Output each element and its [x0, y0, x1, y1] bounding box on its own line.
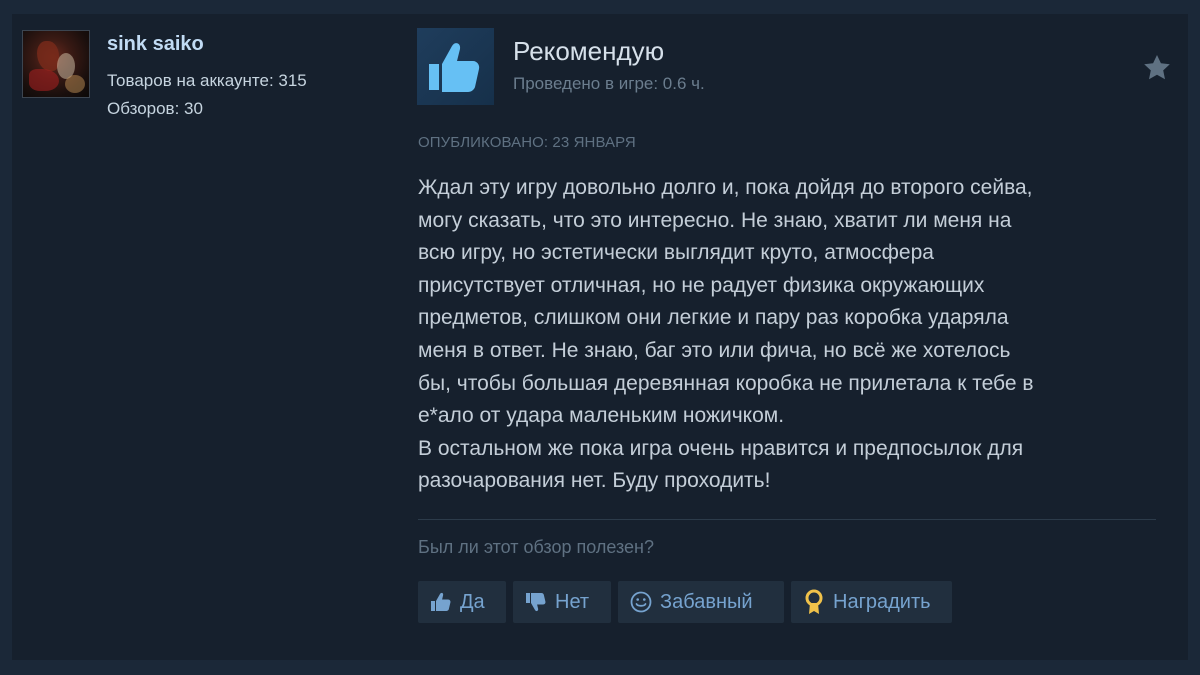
- vote-funny-label: Забавный: [660, 590, 753, 613]
- helpful-question: Был ли этот обзор полезен?: [418, 537, 654, 557]
- review-text-line: меня в ответ. Не знаю, баг это или фича,…: [418, 338, 1011, 362]
- award-label: Наградить: [833, 590, 931, 613]
- playtime-text: Проведено в игре: 0.6 ч.: [513, 74, 705, 93]
- vote-yes-label: Да: [460, 590, 485, 613]
- thumbs-down-icon: [523, 589, 549, 615]
- vote-no-label: Нет: [555, 590, 590, 613]
- review-text-line: Ждал эту игру довольно долго и, пока дой…: [418, 176, 1033, 199]
- review-text-line: разочарования нет. Буду проходить!: [418, 469, 771, 493]
- review-text-line: предметов, слишком они легкие и пару раз…: [418, 306, 1009, 330]
- review-text-line: В остальном же пока игра очень нравится …: [418, 436, 1024, 460]
- user-name-link[interactable]: sink saiko: [107, 33, 204, 56]
- review-text-line: могу сказать, что это интересно. Не знаю…: [418, 208, 1012, 232]
- thumbs-up-icon: [428, 589, 454, 615]
- posted-date: ОПУБЛИКОВАНО: 23 ЯНВАРЯ: [418, 134, 636, 151]
- review-text-line: присутствует отличная, но не радует физи…: [418, 273, 985, 297]
- award-ribbon-icon: [801, 589, 827, 615]
- vote-yes-button[interactable]: Да: [418, 581, 506, 623]
- divider: [418, 519, 1156, 520]
- star-icon[interactable]: [1141, 52, 1173, 84]
- review-text-line: бы, чтобы большая деревянная коробка не …: [418, 371, 1034, 395]
- review-body: Ждал эту игру довольно долго и, пока дой…: [418, 172, 1170, 498]
- vote-no-button[interactable]: Нет: [513, 581, 611, 623]
- products-count-link[interactable]: Товаров на аккаунте: 315: [107, 71, 307, 91]
- verdict-title[interactable]: Рекомендую: [513, 36, 664, 67]
- thumbs-up-icon: [417, 28, 494, 105]
- review-text-line: е*ало от удара маленьким ножичком.: [418, 404, 785, 428]
- review-text-line: всю игру, но эстетически выглядит круто,…: [418, 241, 934, 265]
- reviews-count-link[interactable]: Обзоров: 30: [107, 99, 203, 119]
- award-button[interactable]: Наградить: [791, 581, 952, 623]
- smiley-icon: [628, 589, 654, 615]
- vote-funny-button[interactable]: Забавный: [618, 581, 784, 623]
- user-avatar[interactable]: [22, 30, 90, 98]
